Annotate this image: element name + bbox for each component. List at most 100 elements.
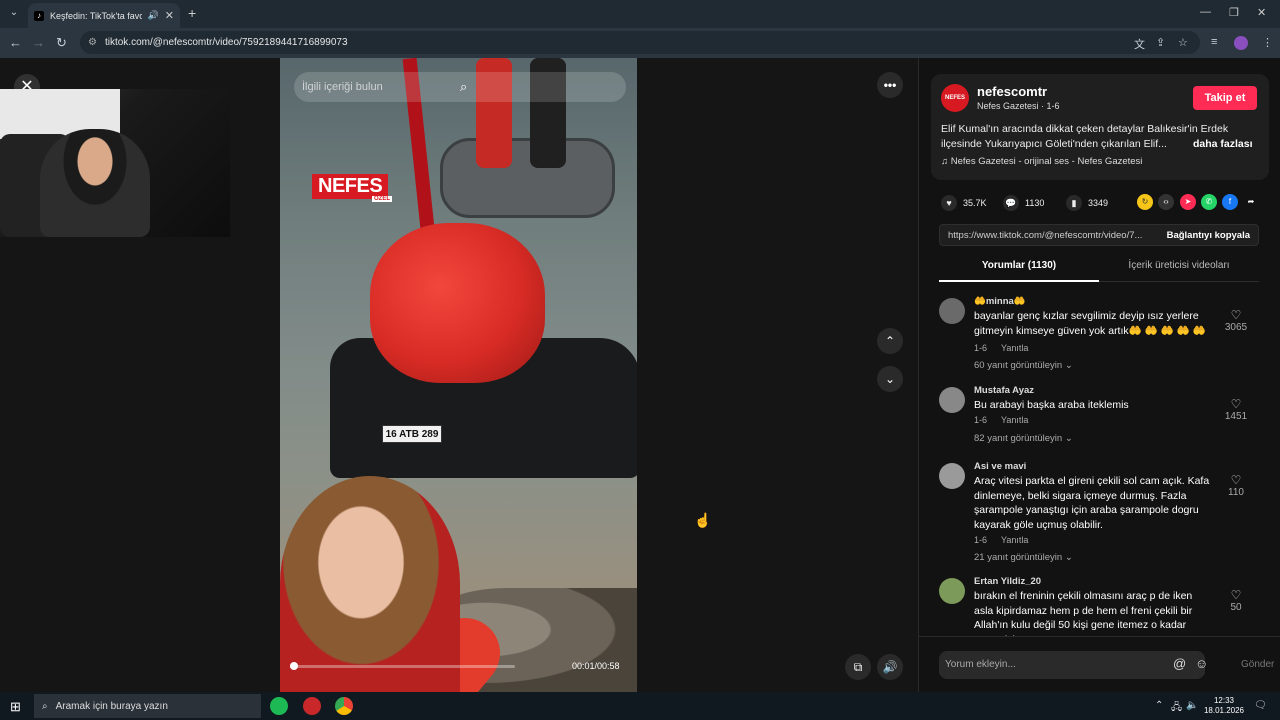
copy-link-button[interactable]: Bağlantıyı kopyala xyxy=(1167,230,1250,241)
emoji-icon[interactable]: ☺ xyxy=(1195,656,1208,671)
notifications-icon[interactable]: 🗨 xyxy=(1254,700,1267,711)
browser-tab[interactable]: ♪ Keşfedin: TikTok'ta favori vi 🔊 ✕ xyxy=(28,3,180,28)
next-video-chevron-down-icon[interactable]: ⌄ xyxy=(877,366,903,392)
taskbar-search[interactable]: ⌕ Aramak için buraya yazın xyxy=(34,694,261,718)
tab-comments[interactable]: Yorumlar (1130) xyxy=(939,260,1099,282)
video-progress-bar[interactable] xyxy=(290,662,515,670)
tab-close-icon[interactable]: ✕ xyxy=(165,9,174,22)
reply-button[interactable]: Yanıtla xyxy=(1001,343,1028,353)
bookmark-star-icon[interactable]: ☆ xyxy=(1178,36,1188,49)
like-count: 35.7K xyxy=(963,198,987,208)
tray-chevron-up-icon[interactable]: ⌃ xyxy=(1155,700,1163,711)
view-replies-link[interactable]: 21 yanıt görüntüleyin ⌄ xyxy=(974,552,1073,563)
network-icon[interactable]: 🖧 xyxy=(1171,700,1182,717)
address-bar[interactable]: ⚙ tiktok.com/@nefescomtr/video/759218944… xyxy=(80,31,1200,54)
reply-button[interactable]: Yanıtla xyxy=(1001,415,1028,425)
view-replies-link[interactable]: 82 yanıt görüntüleyin ⌄ xyxy=(974,433,1073,444)
tiktok-favicon-icon: ♪ xyxy=(34,10,44,21)
view-replies-label: 60 yanıt görüntüleyin xyxy=(974,360,1063,371)
volume-tray-icon[interactable]: 🔈 xyxy=(1186,700,1198,711)
comment-avatar[interactable] xyxy=(939,578,965,604)
window-close-icon[interactable]: ✕ xyxy=(1257,6,1266,19)
mention-icon[interactable]: @ xyxy=(1173,656,1186,671)
video-progress-handle[interactable] xyxy=(290,662,298,670)
audio-playing-icon[interactable]: 🔊 xyxy=(148,10,159,21)
comment-date: 1-6 xyxy=(974,535,988,545)
save-stat[interactable]: ▮ 3349 xyxy=(1066,195,1108,211)
comment-meta: 1-6 Yanıtla xyxy=(974,535,1028,545)
comment-like[interactable]: ♡ 1451 xyxy=(1221,397,1251,422)
comment-username[interactable]: Asi ve mavi xyxy=(974,461,1026,472)
new-tab-icon[interactable]: + xyxy=(188,5,196,21)
comment-like[interactable]: ♡ 3065 xyxy=(1221,308,1251,333)
translate-icon[interactable]: 文 xyxy=(1134,36,1145,52)
author-avatar[interactable]: NEFES xyxy=(941,84,969,112)
share-arrow-icon[interactable]: ➦ xyxy=(1243,194,1259,210)
comment-item: 🤲minna🤲 bayanlar genç kızlar sevgilimiz … xyxy=(939,296,1269,376)
more-options-icon[interactable]: ••• xyxy=(877,72,903,98)
follow-button[interactable]: Takip et xyxy=(1193,86,1257,110)
restore-icon[interactable]: ❐ xyxy=(1229,6,1239,19)
taskbar-clock[interactable]: 12:33 18.01.2026 xyxy=(1200,696,1248,716)
panel-tabs: Yorumlar (1130) İçerik üreticisi videola… xyxy=(939,256,1259,282)
like-stat[interactable]: ♥ 35.7K xyxy=(941,195,987,211)
comment-date: 1-6 xyxy=(974,343,988,353)
video-player[interactable]: 16 ATB 289 NEFES ÖZEL İlgili içeriği bul… xyxy=(280,58,637,692)
comment-text: bayanlar genç kızlar sevgilimiz deyip ıs… xyxy=(974,310,1206,337)
license-plate: 16 ATB 289 xyxy=(382,425,442,443)
music-info[interactable]: ♫ Nefes Gazetesi - orijinal ses - Nefes … xyxy=(941,156,1142,167)
spotify-icon[interactable] xyxy=(270,697,288,715)
comment-username[interactable]: Mustafa Ayaz xyxy=(974,385,1034,396)
back-icon[interactable]: ← xyxy=(9,35,22,50)
tab-title: Keşfedin: TikTok'ta favori vi xyxy=(50,10,142,21)
send-to-friends-icon[interactable]: ➤ xyxy=(1180,194,1196,210)
see-more-link[interactable]: daha fazlası xyxy=(1193,137,1253,152)
view-replies-link[interactable]: 60 yanıt görüntüleyin ⌄ xyxy=(974,360,1073,371)
related-search-bar[interactable]: İlgili içeriği bulun ⌕ xyxy=(294,72,626,102)
comment-like-count: 3065 xyxy=(1224,322,1248,333)
mouse-cursor-icon: ☝ xyxy=(694,512,712,528)
comment-username[interactable]: 🤲minna🤲 xyxy=(974,296,1026,307)
repost-icon[interactable]: ↻ xyxy=(1137,194,1153,210)
send-comment-button[interactable]: Gönder xyxy=(1241,659,1274,670)
search-icon[interactable]: ⌕ xyxy=(460,79,618,95)
comment-like[interactable]: ♡ 50 xyxy=(1221,588,1251,613)
browser-tab-bar: ⌄ ♪ Keşfedin: TikTok'ta favori vi 🔊 ✕ + … xyxy=(0,0,1280,28)
site-info-icon[interactable]: ⚙ xyxy=(88,37,97,48)
author-name[interactable]: nefescomtr xyxy=(977,84,1047,99)
app-record-icon[interactable] xyxy=(303,697,321,715)
author-card: NEFES nefescomtr Nefes Gazetesi · 1-6 Ta… xyxy=(931,74,1269,180)
embed-icon[interactable]: ‹› xyxy=(1158,194,1174,210)
floating-player-icon[interactable]: ⧉ xyxy=(845,654,871,680)
whatsapp-icon[interactable]: ✆ xyxy=(1201,194,1217,210)
chrome-icon[interactable] xyxy=(335,697,353,715)
comment-input[interactable]: Yorum ekleyin... xyxy=(939,651,1205,679)
comment-text: bırakın el freninin çekili olmasını araç… xyxy=(974,590,1193,636)
facebook-icon[interactable]: f xyxy=(1222,194,1238,210)
comment-avatar[interactable] xyxy=(939,463,965,489)
forward-icon[interactable]: → xyxy=(32,35,45,50)
previous-video-chevron-up-icon[interactable]: ⌃ xyxy=(877,328,903,354)
reload-icon[interactable]: ↻ xyxy=(56,35,67,51)
share-url[interactable]: https://www.tiktok.com/@nefescomtr/video… xyxy=(948,230,1164,241)
tab-list-chevron-icon[interactable]: ⌄ xyxy=(6,5,22,21)
clock-date: 18.01.2026 xyxy=(1203,706,1245,715)
comment-username[interactable]: Ertan Yildiz_20 xyxy=(974,576,1041,587)
browser-menu-icon[interactable]: ⋮ xyxy=(1262,36,1273,49)
profile-avatar[interactable] xyxy=(1234,36,1248,50)
minimize-icon[interactable]: — xyxy=(1200,6,1211,18)
cast-icon[interactable]: ⇪ xyxy=(1156,36,1165,49)
reply-button[interactable]: Yanıtla xyxy=(1001,535,1028,545)
video-description-text: Elif Kumal'ın aracında dikkat çeken deta… xyxy=(941,123,1229,150)
comment-like[interactable]: ♡ 110 xyxy=(1221,473,1251,498)
reading-list-icon[interactable]: ≡ xyxy=(1211,36,1217,48)
comment-meta: 1-6 Yanıtla xyxy=(974,343,1028,353)
tab-creator-videos[interactable]: İçerik üreticisi videoları xyxy=(1099,260,1259,271)
windows-start-icon[interactable]: ⊞ xyxy=(10,699,21,715)
comment-avatar[interactable] xyxy=(939,298,965,324)
browser-toolbar: ← → ↻ ⚙ tiktok.com/@nefescomtr/video/759… xyxy=(0,28,1280,58)
volume-icon[interactable]: 🔊 xyxy=(877,654,903,680)
comment-avatar[interactable] xyxy=(939,387,965,413)
comment-stat[interactable]: 💬 1130 xyxy=(1003,195,1044,211)
webcam-overlay xyxy=(0,89,230,237)
